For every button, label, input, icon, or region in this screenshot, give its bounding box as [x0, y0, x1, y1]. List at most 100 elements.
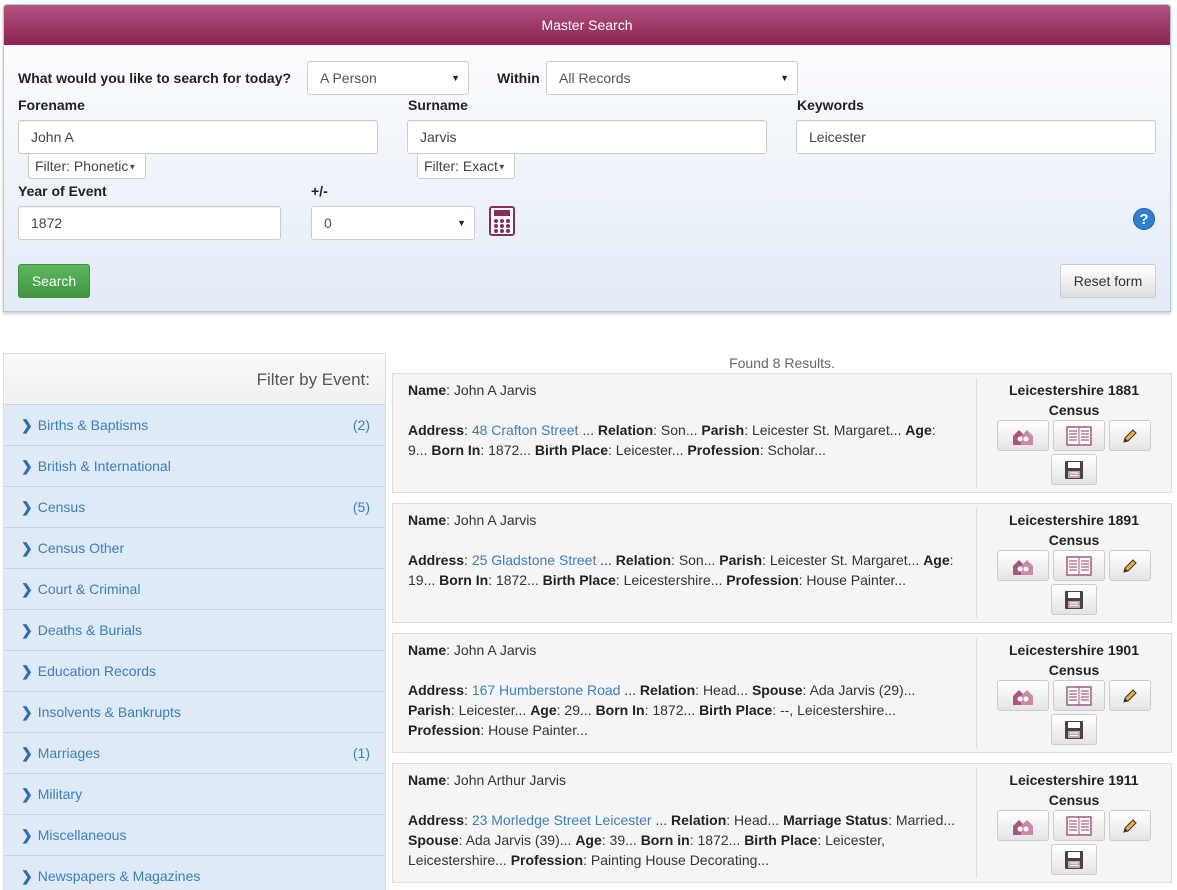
filter-item[interactable]: ❯ Marriages (1) — [4, 733, 385, 774]
address-link[interactable]: 25 Gladstone Street — [472, 552, 597, 568]
record-source-title: Leicestershire 1901 — [1009, 642, 1139, 658]
search-for-select[interactable]: A Person ▼ — [307, 61, 469, 95]
chevron-right-icon: ❯ — [21, 499, 33, 515]
view-household-button[interactable] — [997, 420, 1049, 451]
address-link[interactable]: 167 Humberstone Road — [472, 682, 621, 698]
field-value: Head... — [734, 812, 780, 828]
filter-item-label: Court & Criminal — [37, 581, 141, 597]
search-for-label: What would you like to search for today? — [18, 70, 292, 86]
address-link[interactable]: 23 Morledge Street Leicester — [472, 812, 652, 828]
edit-button[interactable] — [1109, 810, 1151, 841]
field-value: Leicester St. Margaret... — [769, 552, 920, 568]
filter-item[interactable]: ❯ Military — [4, 774, 385, 815]
filter-item-count: (5) — [352, 499, 370, 515]
edit-button[interactable] — [1109, 550, 1151, 581]
save-record-button[interactable] — [1051, 714, 1097, 745]
caret-down-icon: ▼ — [128, 162, 137, 172]
save-record-button[interactable] — [1051, 584, 1097, 615]
chevron-right-icon: ❯ — [21, 745, 33, 761]
calculator-icon[interactable] — [489, 206, 515, 236]
filter-item[interactable]: ❯ Census (5) — [4, 487, 385, 528]
search-button[interactable]: Search — [18, 264, 90, 298]
record-source-title: Leicestershire 1881 — [1009, 382, 1139, 398]
chevron-right-icon: ❯ — [21, 581, 33, 597]
surname-filter-button[interactable]: Filter: Exact▼ — [417, 153, 515, 179]
filter-panel-title: Filter by Event: — [4, 354, 385, 405]
address-label: Address — [408, 682, 465, 698]
reset-form-button[interactable]: Reset form — [1060, 264, 1156, 298]
filter-list: ❯ Births & Baptisms (2) ❯ British & Internat… — [4, 405, 385, 890]
address-link[interactable]: 48 Crafton Street — [472, 422, 579, 438]
edit-button[interactable] — [1109, 680, 1151, 711]
filter-item[interactable]: ❯ British & International — [4, 446, 385, 487]
record-source-title: Leicestershire 1911 — [1009, 772, 1139, 788]
record-source: Leicestershire 1881 Census — [988, 380, 1160, 420]
field-value: 1872... — [495, 572, 539, 588]
within-value: All Records — [559, 70, 631, 86]
filter-item-label: Newspapers & Magazines — [37, 868, 201, 884]
within-select[interactable]: All Records ▼ — [546, 61, 798, 95]
filter-item[interactable]: ❯ Court & Criminal — [4, 569, 385, 610]
caret-down-icon: ▼ — [497, 162, 506, 172]
filter-item[interactable]: ❯ Education Records — [4, 651, 385, 692]
address-label: Address — [408, 422, 465, 438]
forename-input[interactable]: John A — [18, 120, 378, 154]
filter-item-count: (2) — [352, 417, 370, 433]
edit-button[interactable] — [1109, 420, 1151, 451]
field-label: Born In — [431, 442, 481, 458]
range-select[interactable]: 0 ▼ — [311, 206, 475, 240]
help-icon[interactable]: ? — [1133, 208, 1155, 230]
field-label: Profession — [408, 722, 481, 738]
field-label: Born in — [640, 832, 690, 848]
filter-item[interactable]: ❯ Census Other — [4, 528, 385, 569]
view-household-button[interactable] — [997, 810, 1049, 841]
surname-filter-label: Filter: Exact — [424, 158, 498, 174]
year-input[interactable]: 1872 — [18, 206, 281, 240]
field-value: Leicester... — [458, 702, 527, 718]
field-label: Relation — [639, 682, 696, 698]
filter-item[interactable]: ❯ Newspapers & Magazines — [4, 856, 385, 890]
result-name-line: Name: John A Jarvis — [408, 382, 537, 398]
chevron-right-icon: ❯ — [21, 417, 33, 433]
filter-item[interactable]: ❯ Insolvents & Bankrupts — [4, 692, 385, 733]
result-fields: Address: 25 Gladstone Street ... Relatio… — [408, 552, 954, 588]
forename-filter-button[interactable]: Filter: Phonetic▼ — [28, 153, 146, 179]
field-label: Age — [575, 832, 602, 848]
field-value: 29... — [564, 702, 592, 718]
field-label: Relation — [615, 552, 672, 568]
field-value: Scholar... — [767, 442, 826, 458]
keywords-input[interactable]: Leicester — [796, 120, 1156, 154]
filter-item-label: Education Records — [37, 663, 157, 679]
search-for-value: A Person — [320, 70, 377, 86]
view-transcript-button[interactable] — [1053, 420, 1105, 451]
chevron-right-icon: ❯ — [21, 827, 33, 843]
name-label: Name — [408, 772, 447, 788]
view-transcript-button[interactable] — [1053, 550, 1105, 581]
field-value: 19... — [408, 572, 436, 588]
filter-item-count: (1) — [352, 745, 370, 761]
view-household-button[interactable] — [997, 550, 1049, 581]
year-label: Year of Event — [18, 183, 107, 199]
record-source: Leicestershire 1901 Census — [988, 640, 1160, 680]
filter-item-label: Deaths & Burials — [37, 622, 143, 638]
field-value: Married... — [895, 812, 956, 828]
save-record-button[interactable] — [1051, 454, 1097, 485]
result-name-line: Name: John A Jarvis — [408, 512, 537, 528]
field-label: Born In — [595, 702, 645, 718]
person-name: John A Jarvis — [453, 642, 537, 658]
view-household-button[interactable] — [997, 680, 1049, 711]
filter-item[interactable]: ❯ Births & Baptisms (2) — [4, 405, 385, 446]
view-transcript-button[interactable] — [1053, 810, 1105, 841]
field-value: 1872... — [697, 832, 741, 848]
person-name: John A Jarvis — [453, 382, 537, 398]
save-record-button[interactable] — [1051, 844, 1097, 875]
field-value: Leicestershire... — [623, 572, 723, 588]
field-value: 1872... — [652, 702, 696, 718]
filter-item[interactable]: ❯ Miscellaneous — [4, 815, 385, 856]
surname-input[interactable]: Jarvis — [407, 120, 767, 154]
dropdown-caret-icon: ▼ — [451, 73, 460, 83]
filter-item[interactable]: ❯ Deaths & Burials — [4, 610, 385, 651]
view-transcript-button[interactable] — [1053, 680, 1105, 711]
result-details: Name: John A Jarvis Address: 25 Gladstone… — [408, 510, 958, 590]
forename-filter-label: Filter: Phonetic — [35, 158, 129, 174]
